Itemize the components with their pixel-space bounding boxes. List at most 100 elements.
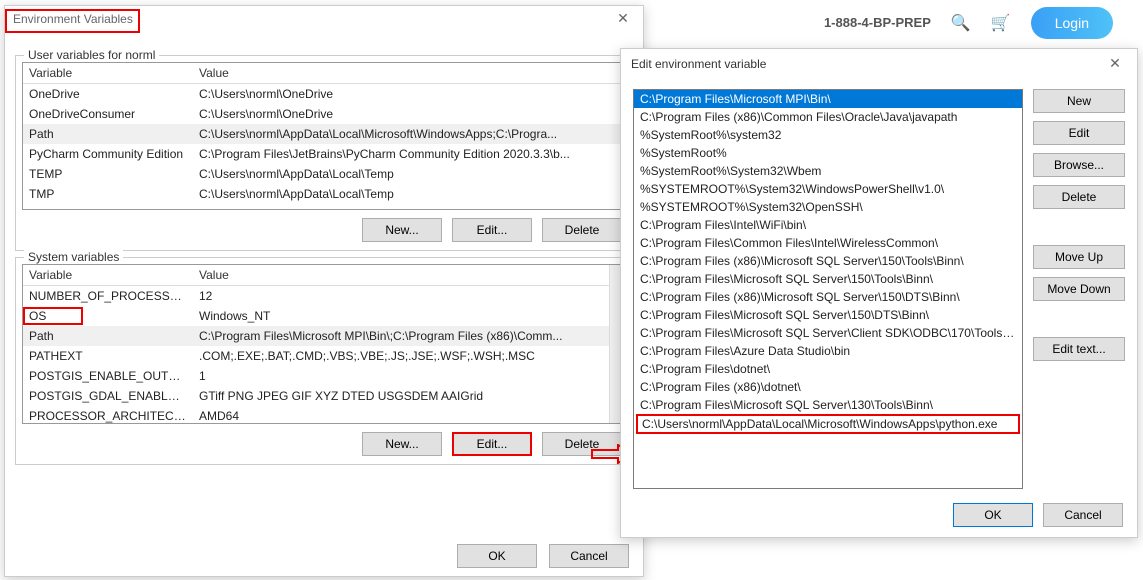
table-row[interactable]: PathC:\Program Files\Microsoft MPI\Bin\;… bbox=[23, 326, 625, 346]
delete-button[interactable]: Delete bbox=[1033, 185, 1125, 209]
list-item[interactable]: C:\Program Files (x86)\Common Files\Orac… bbox=[634, 108, 1022, 126]
move-up-button[interactable]: Move Up bbox=[1033, 245, 1125, 269]
table-row[interactable]: OSWindows_NT bbox=[23, 306, 625, 326]
login-button[interactable]: Login bbox=[1031, 7, 1113, 39]
list-item[interactable]: %SystemRoot% bbox=[634, 144, 1022, 162]
annotation-title-highlight bbox=[5, 9, 140, 33]
list-item[interactable]: C:\Program Files\Microsoft SQL Server\15… bbox=[634, 306, 1022, 324]
list-item[interactable]: C:\Users\norml\AppData\Local\Microsoft\W… bbox=[636, 414, 1020, 434]
var-value: Windows_NT bbox=[193, 306, 625, 326]
user-variables-table-wrap: Variable Value OneDriveC:\Users\norml\On… bbox=[22, 62, 626, 210]
list-item[interactable]: C:\Program Files\Microsoft SQL Server\Cl… bbox=[634, 324, 1022, 342]
cancel-button[interactable]: Cancel bbox=[549, 544, 629, 568]
var-value: GTiff PNG JPEG GIF XYZ DTED USGSDEM AAIG… bbox=[193, 386, 625, 406]
var-name: OneDriveConsumer bbox=[23, 104, 193, 124]
var-value: C:\Users\norml\OneDrive bbox=[193, 84, 625, 105]
table-row[interactable]: OneDriveC:\Users\norml\OneDrive bbox=[23, 84, 625, 105]
var-name: NUMBER_OF_PROCESSORS bbox=[23, 286, 193, 307]
ok-button[interactable]: OK bbox=[953, 503, 1033, 527]
var-value: C:\Users\norml\OneDrive bbox=[193, 104, 625, 124]
var-name: PROCESSOR_ARCHITECTURE bbox=[23, 406, 193, 424]
var-name: OneDrive bbox=[23, 84, 193, 105]
list-item[interactable]: C:\Program Files (x86)\Microsoft SQL Ser… bbox=[634, 288, 1022, 306]
col-header-value[interactable]: Value bbox=[193, 63, 625, 84]
browse-button[interactable]: Browse... bbox=[1033, 153, 1125, 177]
edit-button[interactable]: Edit bbox=[1033, 121, 1125, 145]
dialog-title: Edit environment variable bbox=[631, 57, 766, 71]
list-item[interactable]: C:\Program Files\Microsoft SQL Server\13… bbox=[634, 396, 1022, 414]
search-icon[interactable]: 🔍 bbox=[951, 13, 971, 33]
list-item[interactable]: %SYSTEMROOT%\System32\WindowsPowerShell\… bbox=[634, 180, 1022, 198]
group-title-system: System variables bbox=[24, 250, 123, 264]
var-value: C:\Program Files\Microsoft MPI\Bin\;C:\P… bbox=[193, 326, 625, 346]
list-item[interactable]: C:\Program Files (x86)\dotnet\ bbox=[634, 378, 1022, 396]
list-item[interactable]: C:\Program Files\Common Files\Intel\Wire… bbox=[634, 234, 1022, 252]
environment-variables-dialog: Environment Variables ✕ User variables f… bbox=[4, 5, 644, 577]
move-down-button[interactable]: Move Down bbox=[1033, 277, 1125, 301]
user-edit-button[interactable]: Edit... bbox=[452, 218, 532, 242]
list-item[interactable]: %SystemRoot%\System32\Wbem bbox=[634, 162, 1022, 180]
system-variables-table[interactable]: Variable Value NUMBER_OF_PROCESSORS12OSW… bbox=[23, 265, 625, 424]
list-item[interactable]: C:\Program Files\Microsoft SQL Server\15… bbox=[634, 270, 1022, 288]
system-variables-group: System variables Variable Value NUMBER_O… bbox=[15, 257, 633, 465]
var-value: AMD64 bbox=[193, 406, 625, 424]
titlebar: Edit environment variable ✕ bbox=[621, 49, 1137, 78]
col-header-value[interactable]: Value bbox=[193, 265, 625, 286]
col-header-variable[interactable]: Variable bbox=[23, 265, 193, 286]
var-name: Path bbox=[23, 326, 193, 346]
var-value: 12 bbox=[193, 286, 625, 307]
table-row[interactable]: PROCESSOR_ARCHITECTUREAMD64 bbox=[23, 406, 625, 424]
close-icon[interactable]: ✕ bbox=[1103, 55, 1127, 72]
user-new-button[interactable]: New... bbox=[362, 218, 442, 242]
table-row[interactable]: PyCharm Community EditionC:\Program File… bbox=[23, 144, 625, 164]
table-row[interactable]: OneDriveConsumerC:\Users\norml\OneDrive bbox=[23, 104, 625, 124]
group-title-user: User variables for norml bbox=[24, 48, 159, 62]
var-value: .COM;.EXE;.BAT;.CMD;.VBS;.VBE;.JS;.JSE;.… bbox=[193, 346, 625, 366]
var-value: C:\Users\norml\AppData\Local\Temp bbox=[193, 164, 625, 184]
edit-environment-variable-dialog: Edit environment variable ✕ C:\Program F… bbox=[620, 48, 1138, 538]
close-icon[interactable]: ✕ bbox=[611, 10, 635, 27]
table-row[interactable]: PathC:\Users\norml\AppData\Local\Microso… bbox=[23, 124, 625, 144]
list-item[interactable]: C:\Program Files (x86)\Microsoft SQL Ser… bbox=[634, 252, 1022, 270]
list-item[interactable]: C:\Program Files\Azure Data Studio\bin bbox=[634, 342, 1022, 360]
table-row[interactable]: POSTGIS_ENABLE_OUTDB_R...1 bbox=[23, 366, 625, 386]
list-item[interactable]: C:\Program Files\dotnet\ bbox=[634, 360, 1022, 378]
sys-new-button[interactable]: New... bbox=[362, 432, 442, 456]
path-entries-list[interactable]: C:\Program Files\Microsoft MPI\Bin\C:\Pr… bbox=[633, 89, 1023, 489]
var-value: C:\Users\norml\AppData\Local\Microsoft\W… bbox=[193, 124, 625, 144]
list-item[interactable]: C:\Program Files\Intel\WiFi\bin\ bbox=[634, 216, 1022, 234]
table-row[interactable]: TEMPC:\Users\norml\AppData\Local\Temp bbox=[23, 164, 625, 184]
user-delete-button[interactable]: Delete bbox=[542, 218, 622, 242]
var-name: PyCharm Community Edition bbox=[23, 144, 193, 164]
sys-edit-button[interactable]: Edit... bbox=[452, 432, 532, 456]
var-name: Path bbox=[23, 124, 193, 144]
cancel-button[interactable]: Cancel bbox=[1043, 503, 1123, 527]
var-name: OS bbox=[23, 306, 193, 326]
table-row[interactable]: PATHEXT.COM;.EXE;.BAT;.CMD;.VBS;.VBE;.JS… bbox=[23, 346, 625, 366]
table-row[interactable]: NUMBER_OF_PROCESSORS12 bbox=[23, 286, 625, 307]
var-name: PATHEXT bbox=[23, 346, 193, 366]
table-row[interactable]: TMPC:\Users\norml\AppData\Local\Temp bbox=[23, 184, 625, 204]
sys-delete-button[interactable]: Delete bbox=[542, 432, 622, 456]
user-variables-group: User variables for norml Variable Value … bbox=[15, 55, 633, 251]
var-value: C:\Users\norml\AppData\Local\Temp bbox=[193, 184, 625, 204]
edit-text-button[interactable]: Edit text... bbox=[1033, 337, 1125, 361]
var-name: POSTGIS_ENABLE_OUTDB_R... bbox=[23, 366, 193, 386]
var-value: 1 bbox=[193, 366, 625, 386]
cart-icon[interactable]: 🛒 bbox=[991, 13, 1011, 33]
var-name: POSTGIS_GDAL_ENABLED_D... bbox=[23, 386, 193, 406]
var-value: C:\Program Files\JetBrains\PyCharm Commu… bbox=[193, 144, 625, 164]
list-item[interactable]: C:\Program Files\Microsoft MPI\Bin\ bbox=[634, 90, 1022, 108]
list-item[interactable]: %SystemRoot%\system32 bbox=[634, 126, 1022, 144]
list-item[interactable]: %SYSTEMROOT%\System32\OpenSSH\ bbox=[634, 198, 1022, 216]
phone-number: 1-888-4-BP-PREP bbox=[824, 15, 931, 30]
col-header-variable[interactable]: Variable bbox=[23, 63, 193, 84]
new-button[interactable]: New bbox=[1033, 89, 1125, 113]
user-variables-table[interactable]: Variable Value OneDriveC:\Users\norml\On… bbox=[23, 63, 625, 204]
var-name: TEMP bbox=[23, 164, 193, 184]
system-variables-table-wrap: Variable Value NUMBER_OF_PROCESSORS12OSW… bbox=[22, 264, 626, 424]
ok-button[interactable]: OK bbox=[457, 544, 537, 568]
table-row[interactable]: POSTGIS_GDAL_ENABLED_D...GTiff PNG JPEG … bbox=[23, 386, 625, 406]
var-name: TMP bbox=[23, 184, 193, 204]
site-header: 1-888-4-BP-PREP 🔍 🛒 Login bbox=[620, 0, 1143, 45]
